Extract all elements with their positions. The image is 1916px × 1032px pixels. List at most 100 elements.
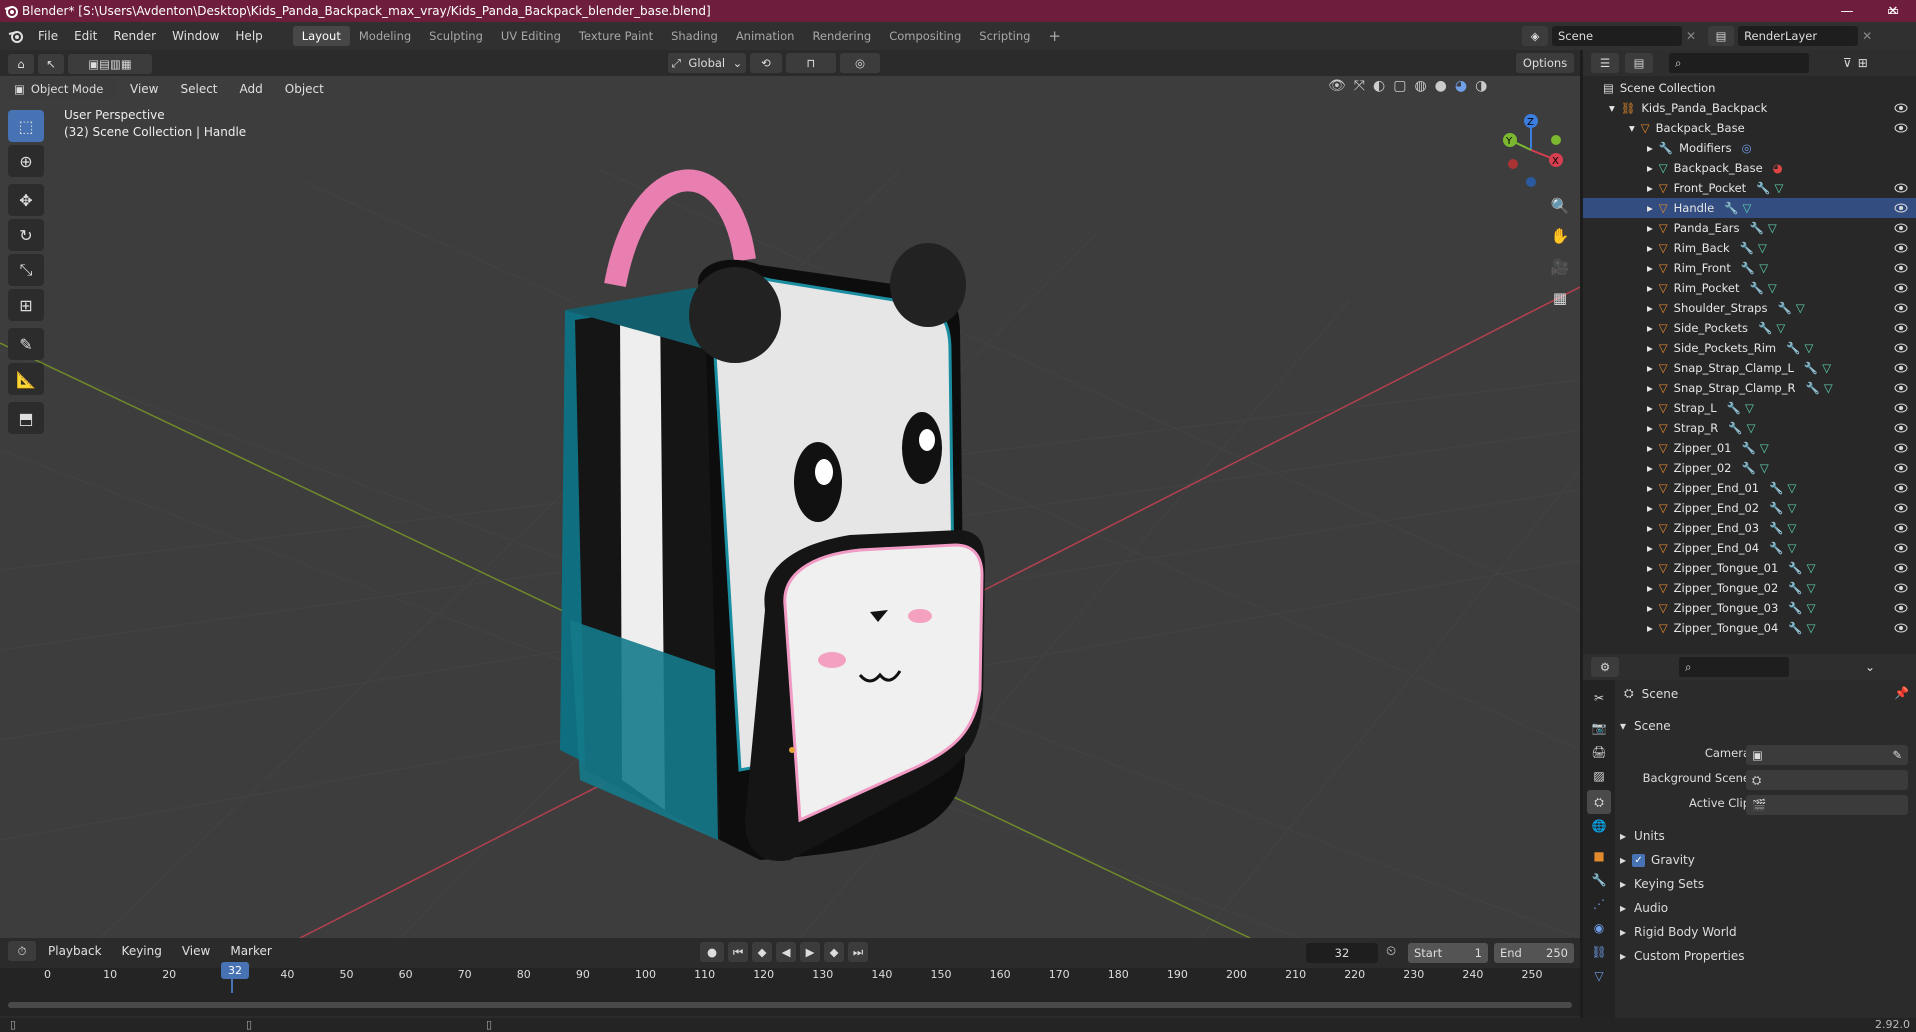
outliner-row-shoulder-straps[interactable]: ▸ ▽ Shoulder_Straps 🔧 ▽ — [1583, 298, 1916, 318]
outliner-row-zipper-tongue-04[interactable]: ▸ ▽ Zipper_Tongue_04 🔧 ▽ — [1583, 618, 1916, 638]
background-scene-field[interactable]: ⛭ — [1746, 770, 1908, 790]
proportional-edit-icon[interactable]: ◎ — [840, 53, 880, 73]
active-clip-field[interactable]: 🎬 — [1746, 795, 1908, 815]
modifier-tab-icon[interactable]: 🔧 — [1587, 868, 1611, 892]
perspective-grid-icon[interactable]: ▦ — [1546, 284, 1574, 312]
next-keyframe-icon[interactable]: ◆ — [824, 942, 844, 962]
menu-window[interactable]: Window — [164, 29, 227, 43]
jump-start-icon[interactable]: ⏮ — [728, 942, 748, 962]
current-frame-field[interactable]: 32 — [1306, 943, 1378, 963]
material-shading-icon[interactable]: ◕ — [1455, 78, 1467, 94]
custom-properties-panel-header[interactable]: ▸ Custom Properties — [1620, 946, 1744, 966]
eye-icon[interactable] — [1894, 343, 1908, 353]
render-tab-icon[interactable]: 📷 — [1587, 716, 1611, 740]
jump-end-icon[interactable]: ⏭ — [848, 942, 868, 962]
selection-mode-icons[interactable]: ▣▤▥▦ — [68, 54, 152, 74]
close-window-button[interactable]: ✕ — [1870, 0, 1916, 22]
keying-sets-panel-header[interactable]: ▸ Keying Sets — [1620, 874, 1704, 894]
clock-icon[interactable]: ⏲ — [1386, 944, 1396, 959]
add-cube-tool[interactable]: ⬒ — [8, 402, 44, 434]
renderlayer-field[interactable]: RenderLayer — [1738, 26, 1859, 46]
eye-icon[interactable] — [1894, 283, 1908, 293]
gravity-panel-header[interactable]: ▸ ✓ Gravity — [1620, 850, 1695, 870]
scene-close-icon[interactable]: ✕ — [1686, 29, 1696, 43]
timeline-scrollbar[interactable] — [8, 1002, 1572, 1008]
eye-icon[interactable] — [1894, 463, 1908, 473]
gizmo-toggle-icon[interactable]: ⤧ — [1354, 78, 1365, 94]
outliner-row-zipper-end-03[interactable]: ▸ ▽ Zipper_End_03 🔧 ▽ — [1583, 518, 1916, 538]
pin-icon[interactable]: 📌 — [1894, 686, 1909, 700]
properties-search-input[interactable]: ⌕ — [1679, 657, 1789, 677]
timeline-menu-playback[interactable]: Playback — [40, 944, 110, 958]
menu-help[interactable]: Help — [227, 29, 270, 43]
outliner-row-rim-back[interactable]: ▸ ▽ Rim_Back 🔧 ▽ — [1583, 238, 1916, 258]
outliner-row-side-pockets[interactable]: ▸ ▽ Side_Pockets 🔧 ▽ — [1583, 318, 1916, 338]
rendered-shading-icon[interactable]: ◑ — [1475, 78, 1487, 94]
outliner-row-strap-r[interactable]: ▸ ▽ Strap_R 🔧 ▽ — [1583, 418, 1916, 438]
eye-icon[interactable] — [1894, 623, 1908, 633]
tab-modeling[interactable]: Modeling — [350, 26, 420, 46]
overlay-toggle-icon[interactable]: ◐ — [1373, 78, 1385, 94]
timeline-menu-view[interactable]: View — [174, 944, 218, 958]
particles-tab-icon[interactable]: ⋰ — [1587, 892, 1611, 916]
viewport-menu-object[interactable]: Object — [277, 82, 332, 96]
tab-texture-paint[interactable]: Texture Paint — [570, 26, 662, 46]
gravity-checkbox[interactable]: ✓ — [1632, 853, 1646, 867]
snap-icon[interactable]: ⊓ — [786, 53, 836, 73]
eye-icon[interactable] — [1894, 263, 1908, 273]
tool-tab-icon[interactable]: ✂ — [1587, 686, 1611, 710]
constraints-tab-icon[interactable]: ⛓ — [1587, 940, 1611, 964]
viewport-menu-select[interactable]: Select — [172, 82, 225, 96]
tab-rendering[interactable]: Rendering — [803, 26, 880, 46]
scene-selector-icon[interactable]: ◈ — [1522, 26, 1548, 46]
outliner-row-rim-front[interactable]: ▸ ▽ Rim_Front 🔧 ▽ — [1583, 258, 1916, 278]
pan-hand-icon[interactable]: ✋ — [1546, 222, 1574, 250]
mode-dropdown[interactable]: ▣ Object Mode — [8, 79, 116, 99]
eye-icon[interactable] — [1894, 483, 1908, 493]
play-reverse-icon[interactable]: ◀ — [776, 942, 796, 962]
camera-field[interactable]: ▣ ✎ — [1746, 745, 1908, 765]
annotate-tool[interactable]: ✎ — [8, 328, 44, 360]
outliner-row-side-pockets-rim[interactable]: ▸ ▽ Side_Pockets_Rim 🔧 ▽ — [1583, 338, 1916, 358]
outliner-row-zipper-01[interactable]: ▸ ▽ Zipper_01 🔧 ▽ — [1583, 438, 1916, 458]
timeline-editor[interactable]: ⏱ Playback Keying View Marker ● ⏮ ◆ ◀ ▶ … — [0, 938, 1580, 1018]
eye-icon[interactable] — [1894, 403, 1908, 413]
tab-shading[interactable]: Shading — [662, 26, 727, 46]
eye-icon[interactable] — [1894, 203, 1908, 213]
eye-icon[interactable] — [1894, 563, 1908, 573]
scene-panel-header[interactable]: ▾ Scene — [1620, 716, 1671, 736]
navigation-gizmo[interactable]: Z X Y — [1496, 110, 1566, 190]
outliner-row-zipper-end-01[interactable]: ▸ ▽ Zipper_End_01 🔧 ▽ — [1583, 478, 1916, 498]
outliner-row-collection[interactable]: ▾ ⛓ Kids_Panda_Backpack — [1583, 98, 1916, 118]
3d-viewport[interactable]: ⌂ ↖ ▣▤▥▦ ⤢ Global ⌄ ⟲ ⊓ ◎ Options ▣ Object … — [0, 50, 1580, 938]
scale-tool[interactable]: ⤡ — [8, 254, 44, 286]
eye-icon[interactable] — [1894, 243, 1908, 253]
eye-icon[interactable] — [1894, 183, 1908, 193]
cursor-tool[interactable]: ⊕ — [8, 145, 44, 177]
record-icon[interactable]: ● — [700, 942, 724, 962]
outliner-editor-type-icon[interactable]: ☰ — [1591, 53, 1619, 73]
transform-tool[interactable]: ⊞ — [8, 289, 44, 321]
rigid-body-world-panel-header[interactable]: ▸ Rigid Body World — [1620, 922, 1737, 942]
tab-uv-editing[interactable]: UV Editing — [492, 26, 570, 46]
outliner-row-snap-strap-clamp-r[interactable]: ▸ ▽ Snap_Strap_Clamp_R 🔧 ▽ — [1583, 378, 1916, 398]
data-tab-icon[interactable]: ▽ — [1587, 964, 1611, 988]
outliner-row-modifiers[interactable]: ▸ 🔧 Modifiers ◎ — [1583, 138, 1916, 158]
eye-icon[interactable] — [1894, 583, 1908, 593]
play-icon[interactable]: ▶ — [800, 942, 820, 962]
display-mode-icon[interactable]: ▤ — [1625, 53, 1653, 73]
outliner-search-input[interactable]: ⌕ — [1669, 53, 1809, 73]
minimize-button[interactable]: — — [1824, 0, 1870, 22]
select-tool-icon[interactable]: ↖ — [38, 54, 64, 74]
select-box-tool[interactable]: ⬚ — [8, 110, 44, 142]
eye-icon[interactable] — [1894, 523, 1908, 533]
outliner-row-zipper-tongue-03[interactable]: ▸ ▽ Zipper_Tongue_03 🔧 ▽ — [1583, 598, 1916, 618]
menu-edit[interactable]: Edit — [66, 29, 105, 43]
wireframe-shading-icon[interactable]: ◍ — [1414, 78, 1426, 94]
new-collection-icon[interactable]: ⊞ — [1858, 56, 1868, 70]
outliner-row-handle[interactable]: ▸ ▽ Handle 🔧 ▽ — [1583, 198, 1916, 218]
solid-shading-icon[interactable]: ● — [1435, 78, 1447, 94]
viewport-menu-view[interactable]: View — [122, 82, 166, 96]
eye-icon[interactable] — [1894, 543, 1908, 553]
outliner-row-zipper-tongue-02[interactable]: ▸ ▽ Zipper_Tongue_02 🔧 ▽ — [1583, 578, 1916, 598]
